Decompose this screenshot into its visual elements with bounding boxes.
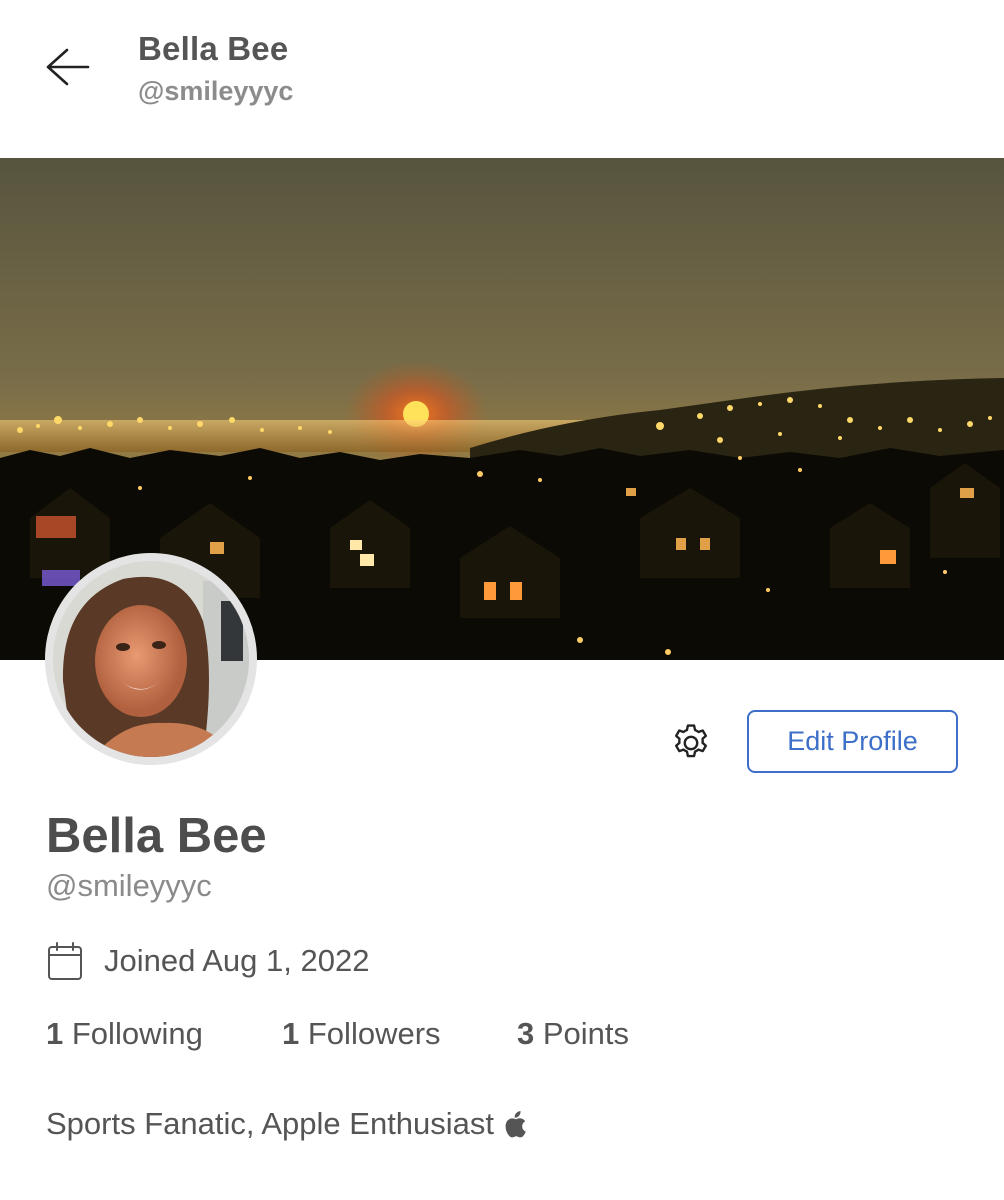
following-label: Following	[71, 1016, 203, 1051]
edit-profile-button[interactable]: Edit Profile	[747, 710, 958, 773]
top-bar: Bella Bee @smileyyyc	[0, 0, 1004, 158]
following-count: 1	[46, 1016, 64, 1051]
arrow-left-icon	[43, 47, 91, 92]
profile-name: Bella Bee	[46, 809, 267, 863]
header-name: Bella Bee	[138, 30, 289, 67]
followers-stat[interactable]: 1 Followers	[282, 1016, 441, 1052]
header-handle: @smileyyyc	[138, 76, 294, 106]
points-count: 3	[517, 1016, 535, 1051]
points-stat: 3 Points	[517, 1016, 629, 1052]
following-stat[interactable]: 1 Following	[46, 1016, 203, 1052]
profile-photo	[53, 561, 249, 757]
settings-button[interactable]	[668, 722, 714, 768]
gear-icon	[669, 721, 713, 770]
bio-text: Sports Fanatic, Apple Enthusiast	[46, 1106, 495, 1141]
profile-bio: Sports Fanatic, Apple Enthusiast	[46, 1106, 530, 1142]
back-button[interactable]	[36, 38, 98, 100]
profile-handle: @smileyyyc	[46, 868, 212, 903]
apple-icon	[504, 1109, 530, 1139]
joined-date: Joined Aug 1, 2022	[46, 937, 369, 985]
followers-count: 1	[282, 1016, 300, 1051]
avatar[interactable]	[45, 553, 257, 765]
calendar-icon	[46, 940, 84, 982]
joined-text: Joined Aug 1, 2022	[104, 943, 370, 978]
points-label: Points	[542, 1016, 630, 1051]
followers-label: Followers	[307, 1016, 441, 1051]
